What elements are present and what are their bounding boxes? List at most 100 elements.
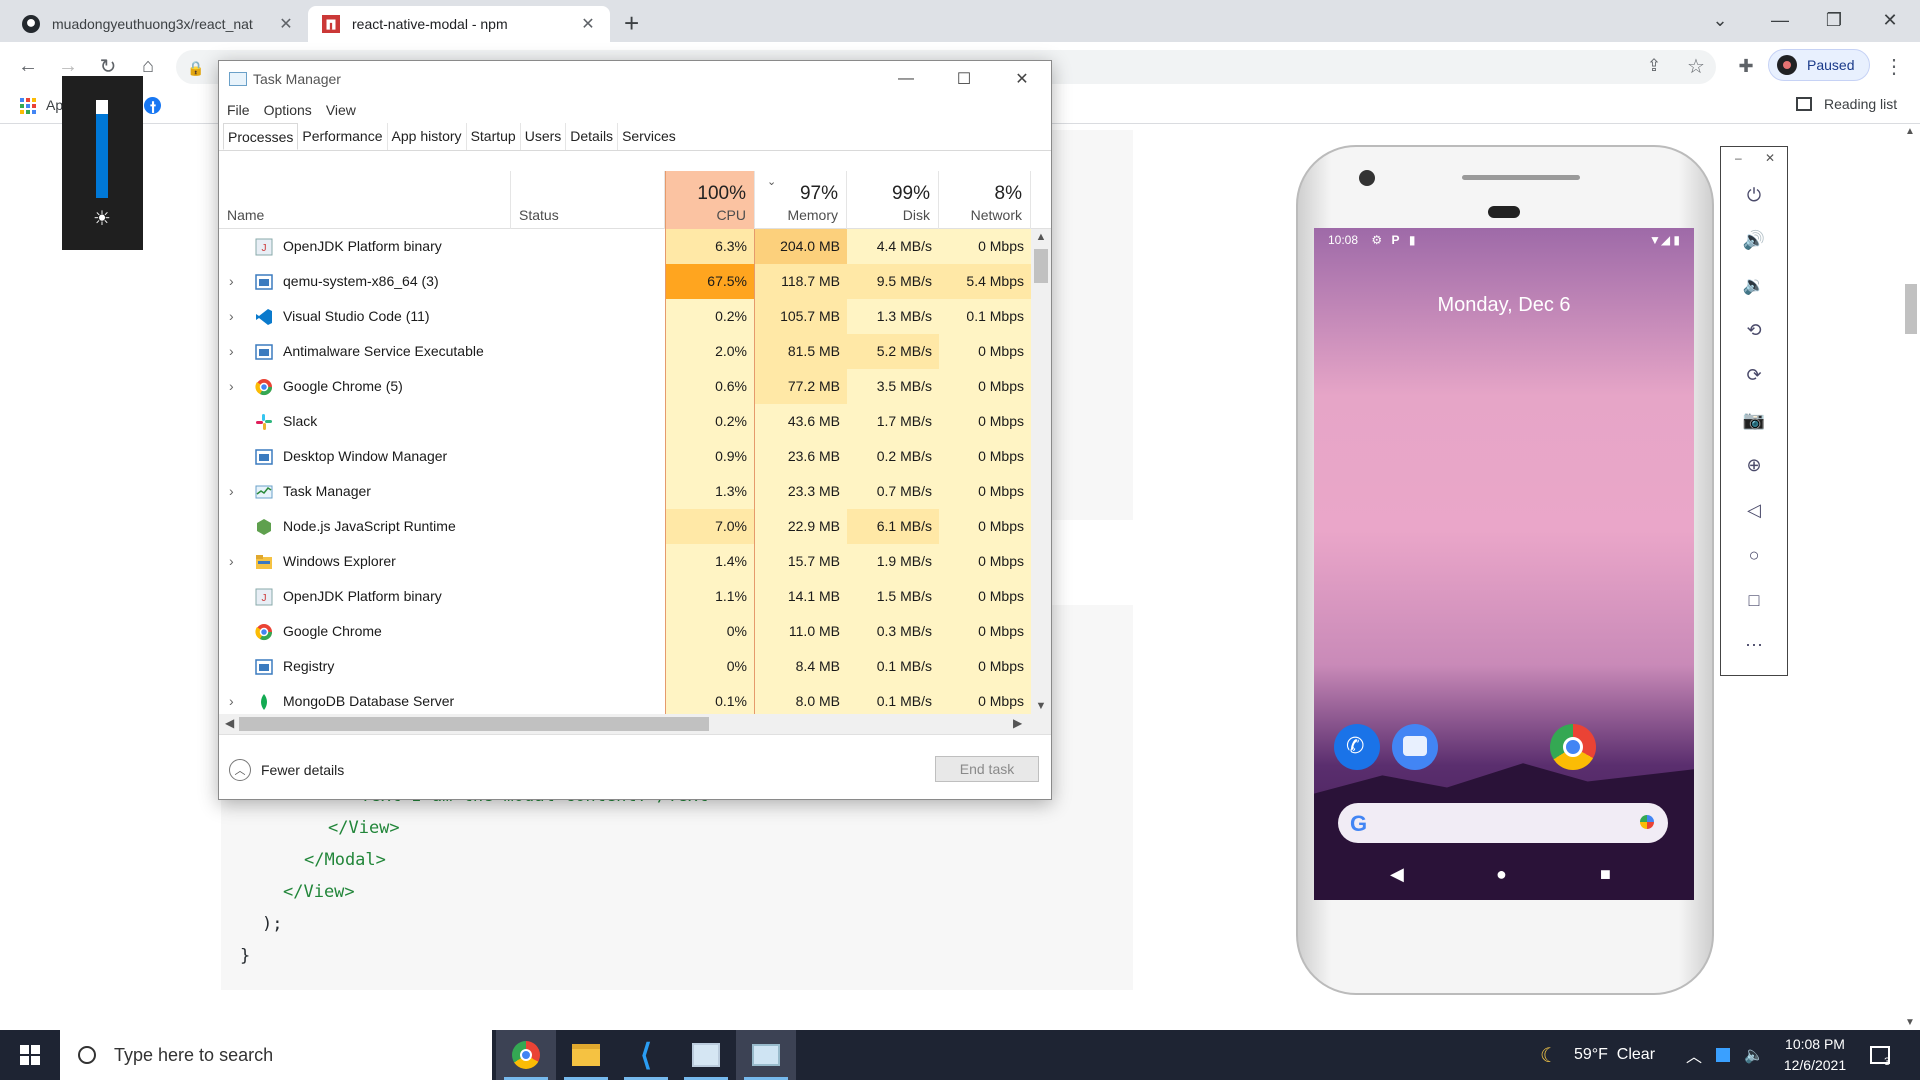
tab-details[interactable]: Details [566,123,619,150]
taskbar-clock[interactable]: 10:08 PM 12/6/2021 [1770,1034,1860,1076]
process-row[interactable]: Desktop Window Manager 0.9% 23.6 MB 0.2 MB/… [219,439,1031,474]
scroll-up-icon[interactable]: ▲ [1905,126,1915,137]
menu-view[interactable]: View [326,102,356,118]
close-tab-icon[interactable]: ✕ [580,14,596,34]
taskbar-chrome[interactable] [496,1030,556,1080]
menu-icon[interactable]: ⋮ [1880,52,1908,80]
taskbar-file-explorer[interactable] [556,1030,616,1080]
taskbar-app-window[interactable] [676,1030,736,1080]
menu-options[interactable]: Options [264,102,312,118]
scroll-thumb[interactable] [1034,249,1048,283]
tab-search-icon[interactable]: ⌄ [1692,0,1748,40]
minimize-button[interactable]: — [1752,0,1808,40]
menu-file[interactable]: File [227,102,250,118]
network-icon[interactable] [1716,1030,1730,1080]
camera-icon[interactable]: 📷 [1721,410,1787,431]
expand-chevron-icon[interactable]: › [229,308,241,324]
google-search-bar[interactable]: G [1338,803,1668,843]
process-row[interactable]: Node.js JavaScript Runtime 7.0% 22.9 MB 6.1… [219,509,1031,544]
close-window-button[interactable]: ✕ [1862,0,1918,40]
column-header-name[interactable]: Name [219,171,511,229]
taskbar-task-manager[interactable] [736,1030,796,1080]
lock-icon[interactable]: 🔒 [182,54,210,82]
chrome-app-icon[interactable] [1550,724,1596,770]
scroll-thumb[interactable] [239,717,709,731]
volume-icon[interactable]: 🔈 [1744,1030,1764,1080]
volume-up-icon[interactable]: 🔊 [1721,230,1787,251]
scroll-down-icon[interactable]: ▼ [1031,700,1051,712]
show-hidden-icons[interactable]: ︿ [1686,1030,1702,1080]
process-row[interactable]: › Google Chrome (5) 0.6% 77.2 MB 3.5 MB/s 0 M… [219,369,1031,404]
process-row[interactable]: J OpenJDK Platform binary 1.1% 14.1 MB 1.5 M… [219,579,1031,614]
process-row[interactable]: › MongoDB Database Server 0.1% 8.0 MB 0.1 MB… [219,684,1031,714]
bookmark-apps[interactable]: Ap [46,97,63,113]
brightness-slider[interactable] [96,100,108,198]
column-header-memory[interactable]: ⌄ 97% Memory [755,171,847,229]
apps-icon[interactable] [20,98,36,114]
process-row[interactable]: › Windows Explorer 1.4% 15.7 MB 1.9 MB/s 0 Mb… [219,544,1031,579]
column-header-cpu[interactable]: 100% CPU [665,171,755,229]
notifications-button[interactable]: 3 [1870,1030,1890,1080]
tab-processes[interactable]: Processes [223,123,299,150]
process-row[interactable]: › Visual Studio Code (11) 0.2% 105.7 MB 1.3 … [219,299,1031,334]
phone-screen[interactable]: 10:08 ⚙ P ▮ ▼◢ ▮ Monday, Dec 6 ✆ G ◀ ● ■ [1314,228,1694,900]
maximize-button[interactable]: ☐ [935,61,993,97]
scroll-left-icon[interactable]: ◀ [225,716,234,730]
process-row[interactable]: Google Chrome 0% 11.0 MB 0.3 MB/s 0 Mbps [219,614,1031,649]
taskbar-search[interactable]: Type here to search [60,1030,492,1080]
expand-chevron-icon[interactable]: › [229,343,241,359]
back-icon[interactable]: ← [14,52,42,80]
expand-chevron-icon[interactable]: › [229,553,241,569]
home-icon[interactable]: ○ [1721,545,1787,566]
messages-app-icon[interactable] [1392,724,1438,770]
scroll-up-icon[interactable]: ▲ [1031,231,1051,243]
scroll-right-icon[interactable]: ▶ [1013,716,1022,730]
column-header-disk[interactable]: 99% Disk [847,171,939,229]
expand-chevron-icon[interactable]: › [229,693,241,709]
vertical-scrollbar[interactable]: ▲ ▼ [1031,229,1051,714]
profile-button[interactable]: Paused [1768,49,1870,81]
assistant-icon[interactable] [1640,815,1654,829]
tab-services[interactable]: Services [618,123,680,150]
restore-button[interactable]: ❐ [1806,0,1862,40]
extensions-icon[interactable]: ✚ [1732,52,1760,80]
process-row[interactable]: Registry 0% 8.4 MB 0.1 MB/s 0 Mbps [219,649,1031,684]
back-icon[interactable]: ◁ [1721,500,1787,521]
close-button[interactable]: ✕ [993,61,1051,97]
close-tab-icon[interactable]: ✕ [278,14,294,34]
start-button[interactable] [0,1030,60,1080]
nav-overview-icon[interactable]: ■ [1600,864,1611,885]
bookmark-star-icon[interactable]: ☆ [1682,52,1710,80]
weather-widget[interactable]: ☾ 59°F Clear [1540,1030,1655,1080]
fewer-details-button[interactable]: ︿ Fewer details [229,759,344,781]
power-icon[interactable]: ⏻ [1721,185,1787,206]
taskbar-vscode[interactable]: ⟨ [616,1030,676,1080]
zoom-icon[interactable]: ⊕ [1721,455,1787,476]
emulator-close-icon[interactable]: ✕ [1765,151,1775,165]
page-scrollbar[interactable]: ▲ ▼ [1900,124,1920,1030]
column-header-network[interactable]: 8% Network [939,171,1031,229]
overview-icon[interactable]: □ [1721,590,1787,611]
expand-chevron-icon[interactable]: › [229,483,241,499]
rotate-right-icon[interactable]: ⟳ [1721,365,1787,386]
process-row[interactable]: › Antimalware Service Executable 2.0% 81.5 … [219,334,1031,369]
process-row[interactable]: Slack 0.2% 43.6 MB 1.7 MB/s 0 Mbps [219,404,1031,439]
minimize-button[interactable]: — [877,61,935,97]
facebook-icon[interactable] [144,97,161,114]
brightness-flyout[interactable]: ☀ [62,76,143,250]
expand-chevron-icon[interactable]: › [229,273,241,289]
tab-github[interactable]: muadongyeuthuong3x/react_nat ✕ [8,6,308,42]
process-row[interactable]: J OpenJDK Platform binary 6.3% 204.0 MB 4.4 … [219,229,1031,264]
emulator-minimize-icon[interactable]: – [1735,151,1742,165]
tab-npm[interactable]: react-native-modal - npm ✕ [308,6,610,42]
share-icon[interactable]: ⇪ [1640,52,1668,80]
scroll-down-icon[interactable]: ▼ [1905,1017,1915,1028]
nav-back-icon[interactable]: ◀ [1390,864,1404,885]
end-task-button[interactable]: End task [935,756,1039,782]
new-tab-button[interactable]: + [624,8,639,39]
more-icon[interactable]: ⋯ [1721,635,1787,656]
rotate-left-icon[interactable]: ⟲ [1721,320,1787,341]
volume-down-icon[interactable]: 🔉 [1721,275,1787,296]
horizontal-scrollbar[interactable]: ◀ ▶ [219,714,1051,734]
tab-startup[interactable]: Startup [467,123,521,150]
